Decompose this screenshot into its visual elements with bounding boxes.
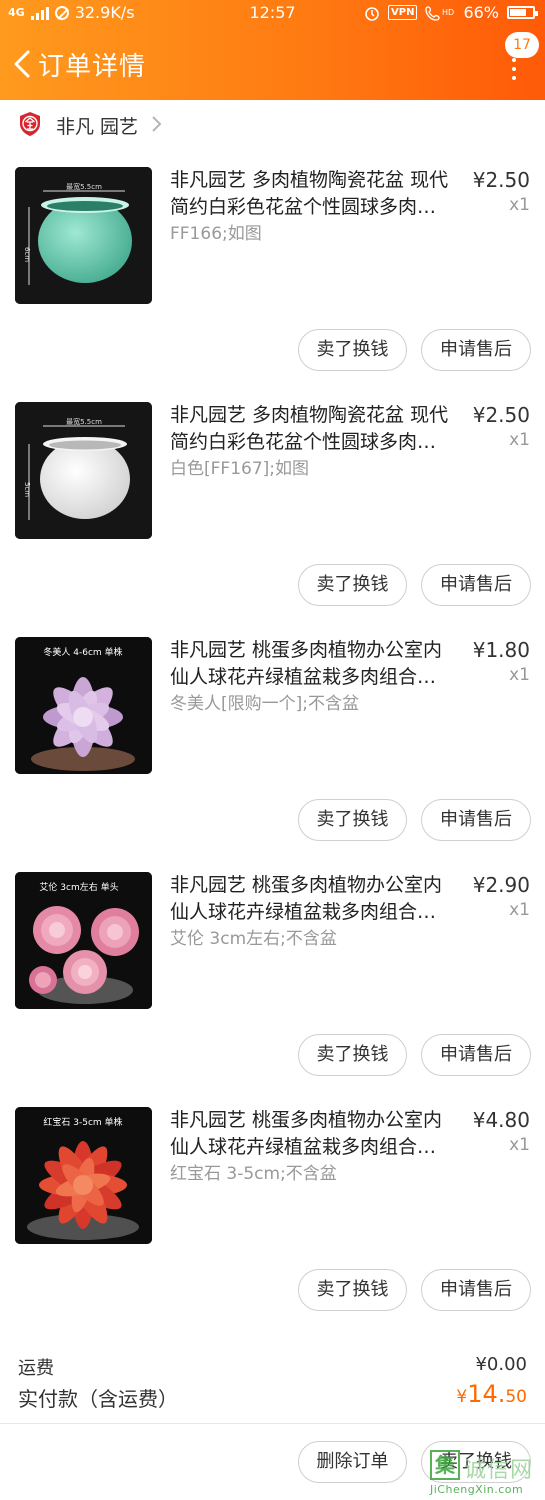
item-quantity: x1 <box>509 665 530 685</box>
product-image[interactable]: 最宽5.5cm 6cm <box>15 167 152 304</box>
clock: 12:57 <box>249 3 296 22</box>
chevron-right-icon <box>152 116 162 132</box>
after-sales-button[interactable]: 申请售后 <box>421 799 531 841</box>
item-title[interactable]: 非凡园艺 桃蛋多肉植物办公室内仙人球花卉绿植盆栽多肉组合… <box>170 637 460 691</box>
product-image[interactable]: 红宝石 3-5cm 单株 <box>15 1107 152 1244</box>
item-quantity: x1 <box>509 195 530 215</box>
thumb-side-label: 6cm <box>23 247 31 262</box>
alarm-icon <box>365 6 379 21</box>
order-item[interactable]: 冬美人 4-6cm 单株 非凡园艺 桃蛋多肉植物办公室内仙人球花卉绿植盆栽多肉组… <box>0 637 545 872</box>
resell-button[interactable]: 卖了换钱 <box>298 564 407 606</box>
order-item[interactable]: 红宝石 3-5cm 单株 非凡园艺 桃蛋多肉植物办公室内仙人球花卉绿植盆栽多肉组… <box>0 1107 545 1342</box>
battery-percent: 66% <box>463 3 499 22</box>
item-price: ¥2.50 <box>472 168 530 192</box>
product-image[interactable]: 冬美人 4-6cm 单株 <box>15 637 152 774</box>
app-header: 4G 32.9K/s 12:57 VPN HD 66% 订单详情 17 <box>0 0 545 100</box>
watermark-url: JiChengXin.com <box>430 1483 524 1496</box>
item-price: ¥4.80 <box>472 1108 530 1132</box>
item-title[interactable]: 非凡园艺 桃蛋多肉植物办公室内仙人球花卉绿植盆栽多肉组合… <box>170 872 460 926</box>
resell-button[interactable]: 卖了换钱 <box>298 1269 407 1311</box>
item-spec: 白色[FF167];如图 <box>170 459 309 479</box>
shipping-value: ¥0.00 <box>475 1354 527 1375</box>
item-spec: 冬美人[限购一个];不含盆 <box>170 694 359 714</box>
item-quantity: x1 <box>509 430 530 450</box>
item-title[interactable]: 非凡园艺 多肉植物陶瓷花盆 现代简约白彩色花盆个性圆球多肉… <box>170 167 460 221</box>
watermark: 集 诚信网 JiChengXin.com <box>430 1450 542 1498</box>
battery-icon <box>507 6 538 19</box>
after-sales-button[interactable]: 申请售后 <box>421 329 531 371</box>
message-count-badge[interactable]: 17 <box>505 32 539 58</box>
item-spec: 红宝石 3-5cm;不含盆 <box>170 1164 337 1184</box>
shop-logo-icon <box>20 112 40 136</box>
resell-button[interactable]: 卖了换钱 <box>298 799 407 841</box>
product-image[interactable]: 艾伦 3cm左右 单头 <box>15 872 152 1009</box>
order-item[interactable]: 艾伦 3cm左右 单头 非凡园艺 桃蛋多肉植物办公室内仙人球花卉绿植盆栽多肉组合… <box>0 872 545 1107</box>
item-price: ¥1.80 <box>472 638 530 662</box>
delete-order-button[interactable]: 删除订单 <box>298 1441 407 1483</box>
thumb-label: 最宽5.5cm <box>66 417 102 426</box>
paid-label: 实付款（含运费） <box>18 1387 178 1411</box>
item-title[interactable]: 非凡园艺 多肉植物陶瓷花盆 现代简约白彩色花盆个性圆球多肉… <box>170 402 460 456</box>
after-sales-button[interactable]: 申请售后 <box>421 564 531 606</box>
item-title[interactable]: 非凡园艺 桃蛋多肉植物办公室内仙人球花卉绿植盆栽多肉组合… <box>170 1107 460 1161</box>
paid-decimal: 50 <box>505 1387 527 1407</box>
hd-call-icon: HD <box>425 5 455 21</box>
item-spec: 艾伦 3cm左右;不含盆 <box>170 929 337 949</box>
watermark-logo-char: 集 <box>430 1450 460 1480</box>
product-image[interactable]: 最宽5.5cm 5cm <box>15 402 152 539</box>
item-quantity: x1 <box>509 1135 530 1155</box>
thumb-label: 红宝石 3-5cm 单株 <box>43 1116 122 1128</box>
back-arrow-icon[interactable] <box>10 50 34 78</box>
svg-text:HD: HD <box>442 8 454 17</box>
order-totals: 运费 ¥0.00 实付款（含运费） ¥14.50 <box>0 1350 545 1420</box>
thumb-label: 艾伦 3cm左右 单头 <box>39 881 118 893</box>
thumb-label: 最宽5.5cm <box>66 182 102 191</box>
item-quantity: x1 <box>509 900 530 920</box>
item-price: ¥2.50 <box>472 403 530 427</box>
thumb-side-label: 5cm <box>23 482 31 497</box>
shipping-label: 运费 <box>18 1358 54 1379</box>
page-title: 订单详情 <box>38 52 147 82</box>
more-menu-icon[interactable] <box>511 58 517 80</box>
order-item[interactable]: 最宽5.5cm 6cm 非凡园艺 多肉植物陶瓷花盆 现代简约白彩色花盆个性圆球多… <box>0 167 545 402</box>
shop-name: 非凡 园艺 <box>56 116 139 138</box>
resell-button[interactable]: 卖了换钱 <box>298 329 407 371</box>
paid-amount: ¥14.50 <box>456 1380 527 1408</box>
after-sales-button[interactable]: 申请售后 <box>421 1034 531 1076</box>
watermark-text: 诚信网 <box>464 1458 534 1483</box>
after-sales-button[interactable]: 申请售后 <box>421 1269 531 1311</box>
thumb-label: 冬美人 4-6cm 单株 <box>43 646 122 658</box>
order-item[interactable]: 最宽5.5cm 5cm 非凡园艺 多肉植物陶瓷花盆 现代简约白彩色花盆个性圆球多… <box>0 402 545 637</box>
item-spec: FF166;如图 <box>170 224 262 244</box>
item-price: ¥2.90 <box>472 873 530 897</box>
status-bar: 4G 32.9K/s 12:57 VPN HD 66% <box>0 3 545 25</box>
shop-row[interactable]: 非凡 园艺 <box>0 100 545 148</box>
resell-button[interactable]: 卖了换钱 <box>298 1034 407 1076</box>
vpn-badge: VPN <box>388 5 418 20</box>
paid-integer: 14. <box>467 1380 506 1408</box>
paid-currency: ¥ <box>456 1387 468 1407</box>
